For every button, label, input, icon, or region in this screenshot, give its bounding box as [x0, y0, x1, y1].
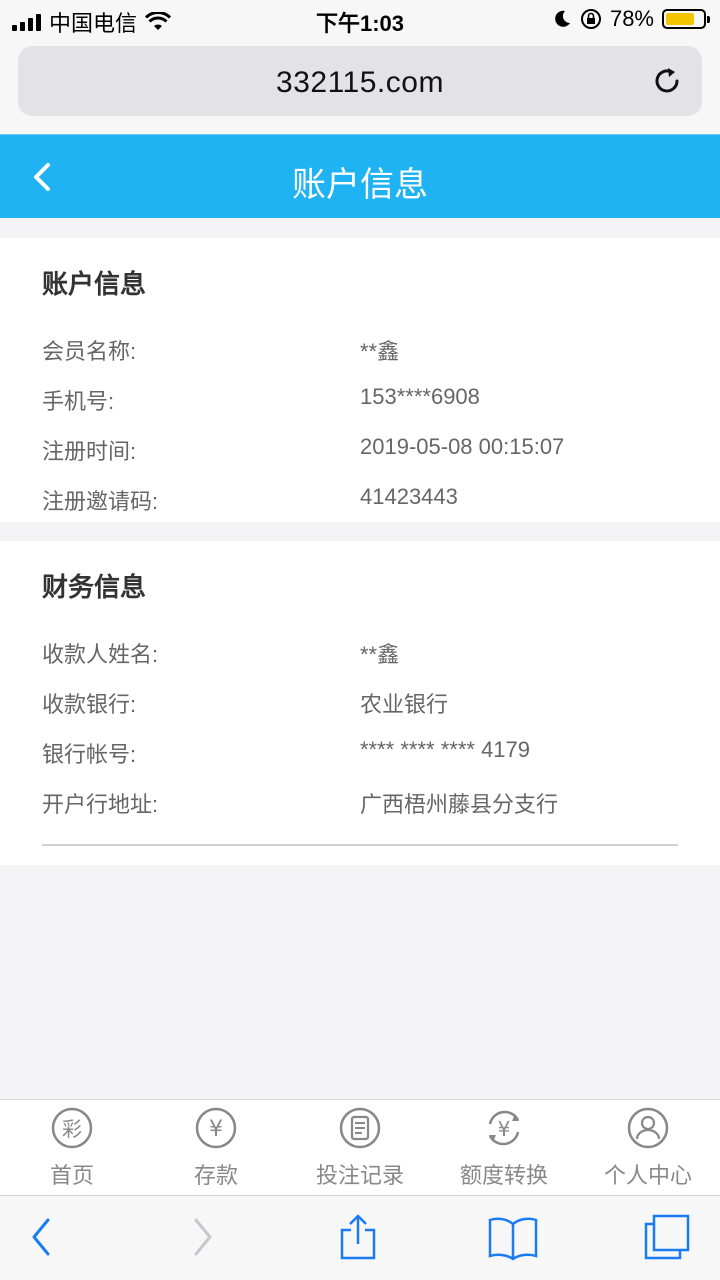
section-title-finance: 财务信息	[42, 572, 147, 602]
account-info-card: 账户信息 会员名称: **鑫 手机号: 153****6908 注册时间: 20…	[0, 238, 720, 522]
bookmarks-icon[interactable]	[486, 1212, 540, 1262]
payee-name-label: 收款人姓名:	[42, 642, 159, 667]
tab-credit-transfer[interactable]: ¥ 额度转换	[432, 1106, 576, 1190]
tab-deposit[interactable]: ¥ 存款	[144, 1106, 288, 1190]
bank-value: 农业银行	[360, 692, 449, 717]
user-icon	[627, 1107, 669, 1149]
bank-label: 收款银行:	[42, 692, 137, 717]
page-header: 账户信息	[0, 134, 720, 218]
bank-address-value: 广西梧州藤县分支行	[360, 792, 559, 817]
svg-text:¥: ¥	[498, 1117, 511, 1141]
rotation-lock-icon	[580, 9, 601, 29]
tab-label: 存款	[193, 1163, 238, 1188]
svg-text:彩: 彩	[62, 1117, 82, 1141]
invite-code-value: 41423443	[360, 484, 458, 509]
battery-icon	[662, 9, 710, 29]
bank-address-label: 开户行地址:	[42, 792, 159, 817]
address-bar[interactable]: 332115.com	[18, 46, 702, 116]
tab-label: 首页	[49, 1163, 94, 1188]
lottery-icon: 彩	[51, 1107, 93, 1149]
section-divider	[42, 844, 678, 846]
tabs-icon[interactable]	[640, 1212, 692, 1262]
record-icon	[339, 1107, 381, 1149]
browser-toolbar	[0, 1195, 720, 1280]
register-time-label: 注册时间:	[42, 439, 137, 464]
tab-bet-records[interactable]: 投注记录	[288, 1106, 432, 1190]
account-number-label: 银行帐号:	[42, 742, 137, 767]
tab-profile[interactable]: 个人中心	[576, 1106, 720, 1190]
payee-name-value: **鑫	[360, 642, 400, 667]
reload-icon[interactable]	[650, 64, 684, 98]
tab-label: 额度转换	[459, 1163, 548, 1188]
battery-percent: 78%	[609, 6, 654, 31]
tab-home[interactable]: 彩 首页	[0, 1106, 144, 1190]
browser-address-area: 332115.com	[0, 40, 720, 134]
section-title-account: 账户信息	[42, 269, 147, 299]
exchange-icon: ¥	[488, 1110, 520, 1146]
member-name-label: 会员名称:	[42, 339, 137, 364]
share-icon[interactable]	[336, 1212, 380, 1262]
invite-code-label: 注册邀请码:	[42, 489, 159, 514]
member-name-value: **鑫	[360, 339, 400, 364]
page-title: 账户信息	[292, 166, 428, 204]
tab-label: 投注记录	[315, 1163, 404, 1188]
bottom-tab-bar: 彩 首页 ¥ 存款 投注记录 ¥ 额度转换 个人中心	[0, 1099, 720, 1195]
status-right: 78%	[552, 6, 710, 32]
browser-forward-icon[interactable]	[188, 1212, 218, 1262]
register-time-value: 2019-05-08 00:15:07	[360, 434, 565, 459]
account-number-value: **** **** **** 4179	[360, 737, 531, 762]
status-bar: 中国电信 下午1:03 78%	[0, 0, 720, 40]
tab-label: 个人中心	[603, 1163, 692, 1188]
moon-icon	[555, 10, 570, 27]
phone-label: 手机号:	[42, 389, 115, 414]
phone-value: 153****6908	[360, 384, 480, 409]
url-text[interactable]: 332115.com	[18, 66, 702, 100]
browser-back-icon[interactable]	[26, 1212, 56, 1262]
finance-info-card: 财务信息 收款人姓名: **鑫 收款银行: 农业银行 银行帐号: **** **…	[0, 541, 720, 865]
svg-text:¥: ¥	[209, 1117, 223, 1142]
yuan-icon: ¥	[195, 1107, 237, 1149]
